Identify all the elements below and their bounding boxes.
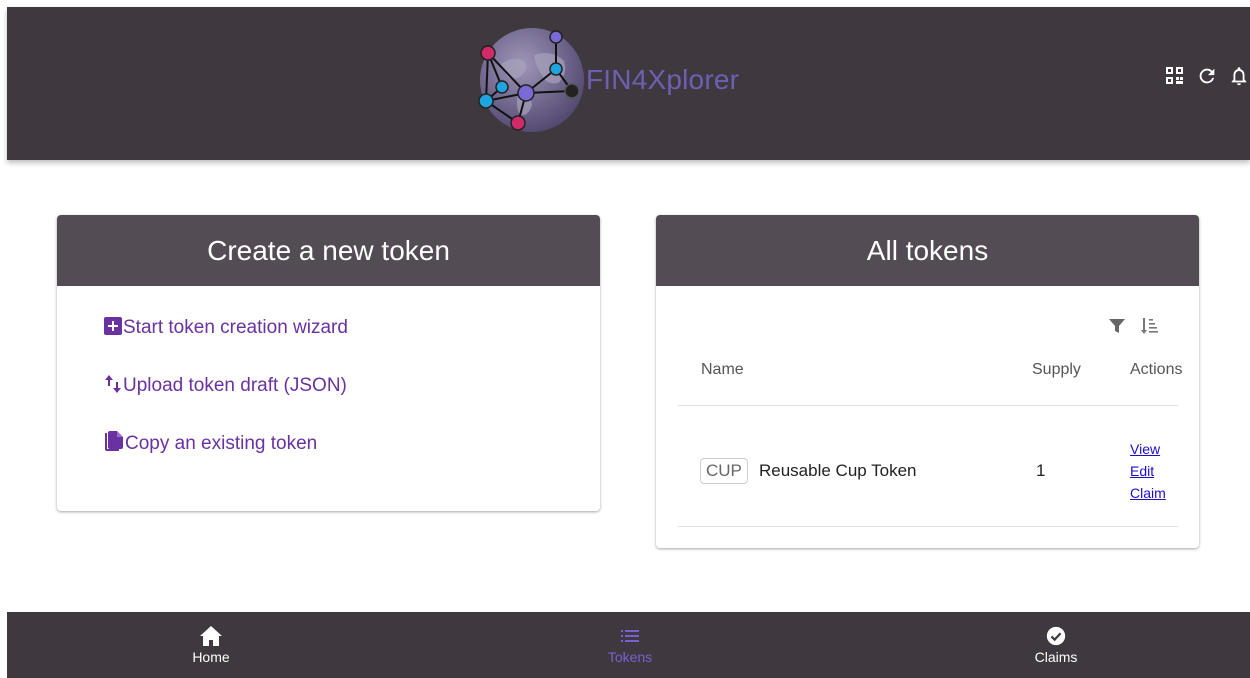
row-divider: [678, 526, 1178, 527]
table-header: Name Supply Actions: [656, 361, 1199, 387]
nav-tokens-label: Tokens: [607, 649, 653, 665]
refresh-icon[interactable]: [1196, 65, 1218, 87]
import-export-icon: [103, 373, 123, 400]
sort-icon[interactable]: [1139, 316, 1159, 336]
check-circle-icon: [1046, 626, 1066, 646]
view-link[interactable]: View: [1130, 439, 1166, 459]
copy-token-option[interactable]: Copy an existing token: [103, 430, 600, 458]
add-box-icon: [103, 316, 123, 341]
table-tools: [1107, 316, 1159, 336]
app-title: FIN4Xplorer: [586, 64, 740, 95]
column-header-actions: Actions: [1130, 361, 1183, 378]
header-divider: [678, 405, 1178, 406]
network-globe-logo-icon: [478, 28, 584, 132]
create-token-card: Create a new token Start token creation …: [57, 215, 600, 511]
top-actions: [1164, 65, 1250, 87]
table-row: CUP Reusable Cup Token 1 View Edit Claim: [656, 431, 1199, 527]
bell-icon[interactable]: [1228, 65, 1250, 87]
qr-code-icon[interactable]: [1164, 65, 1186, 87]
filter-icon[interactable]: [1107, 316, 1127, 336]
column-header-name[interactable]: Name: [701, 361, 744, 379]
start-wizard-option[interactable]: Start token creation wizard: [103, 314, 600, 342]
token-supply: 1: [1036, 461, 1046, 480]
nav-claims[interactable]: Claims: [996, 625, 1116, 665]
nav-home-label: Home: [192, 649, 230, 665]
row-actions: View Edit Claim: [1130, 439, 1166, 503]
upload-draft-option[interactable]: Upload token draft (JSON): [103, 372, 600, 400]
upload-draft-label: Upload token draft (JSON): [123, 375, 347, 396]
create-card-title: Create a new token: [57, 215, 600, 286]
bottom-navigation: Home Tokens Claims: [7, 612, 1250, 678]
create-options-list: Start token creation wizard Upload token…: [57, 286, 600, 458]
file-copy-icon: [103, 430, 125, 459]
home-icon: [200, 626, 222, 646]
claim-link[interactable]: Claim: [1130, 483, 1166, 503]
nav-home[interactable]: Home: [151, 625, 271, 665]
list-icon: [621, 630, 639, 642]
column-header-supply[interactable]: Supply: [1032, 361, 1081, 379]
token-symbol-badge: CUP: [700, 458, 748, 484]
tokens-card-title: All tokens: [656, 215, 1199, 286]
nav-tokens[interactable]: Tokens: [570, 625, 690, 665]
page: FIN4Xplorer Create a new token Start tok…: [7, 7, 1250, 678]
all-tokens-card: All tokens Name Supply Actions CUP Reusa…: [656, 215, 1199, 548]
edit-link[interactable]: Edit: [1130, 461, 1166, 481]
start-wizard-label: Start token creation wizard: [123, 317, 348, 338]
copy-token-label: Copy an existing token: [125, 433, 318, 454]
nav-claims-label: Claims: [1034, 649, 1078, 665]
brand[interactable]: FIN4Xplorer: [472, 25, 739, 135]
token-name: Reusable Cup Token: [759, 461, 917, 480]
app-bar: FIN4Xplorer: [7, 7, 1250, 160]
